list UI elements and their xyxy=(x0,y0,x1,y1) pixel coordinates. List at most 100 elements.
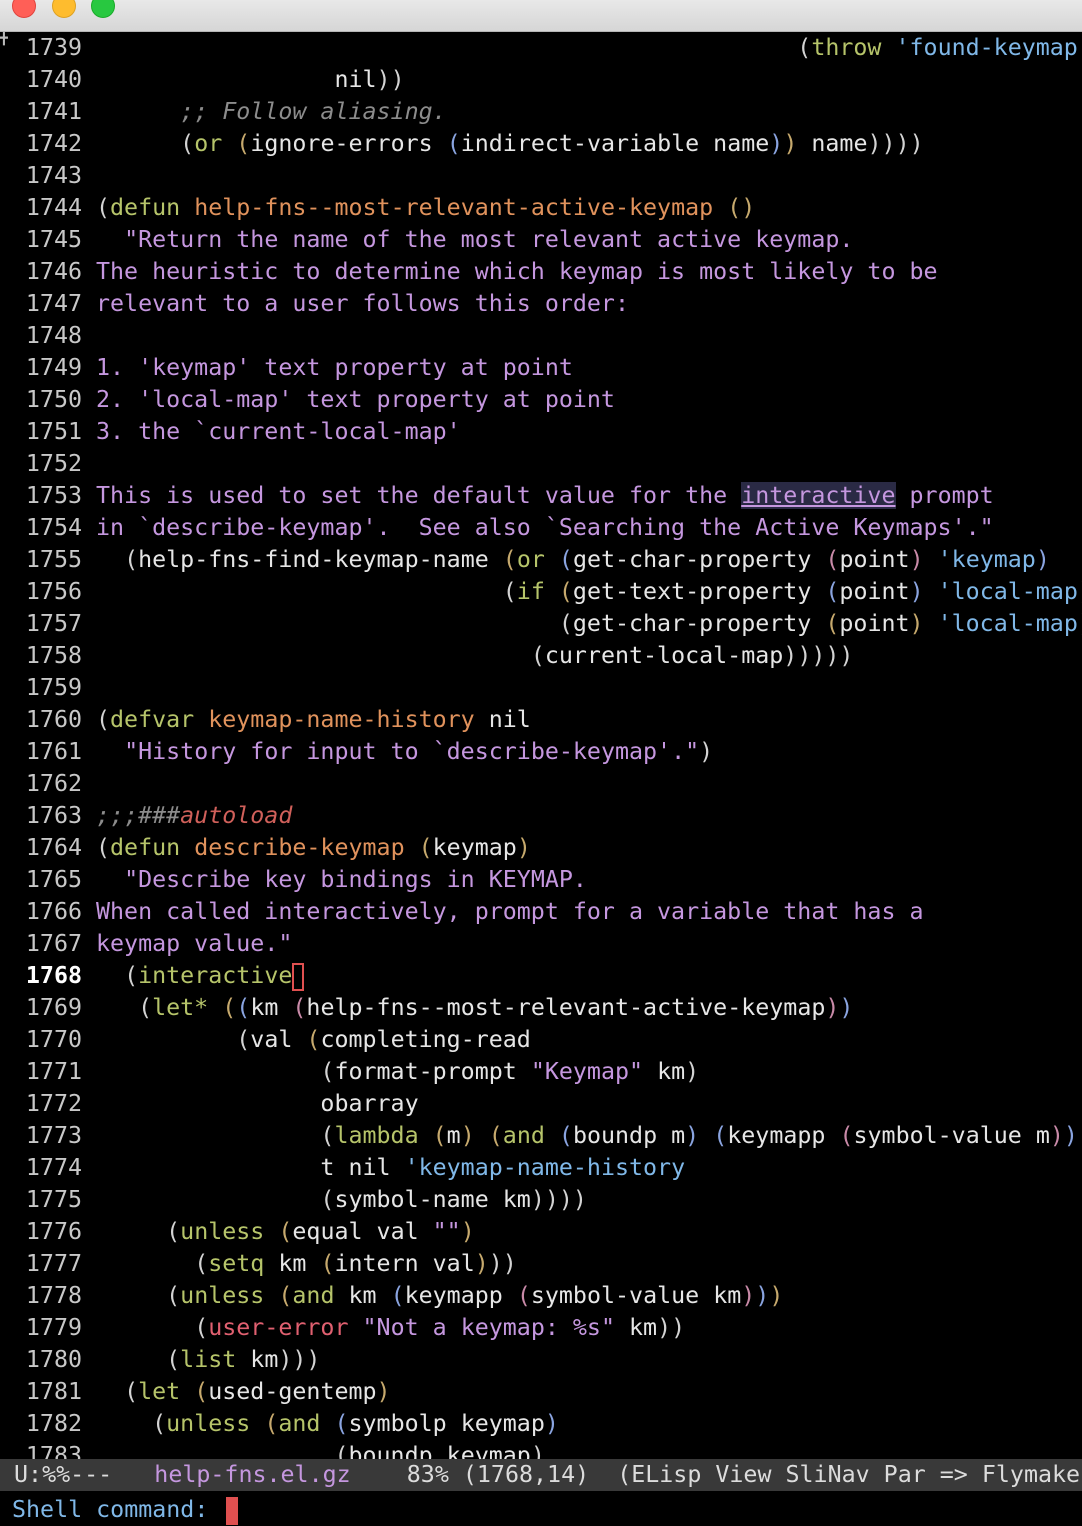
code-line[interactable]: 1773 (lambda (m) (and (boundp m) (keymap… xyxy=(0,1120,1082,1152)
line-number: 1743 xyxy=(25,162,82,189)
code-line[interactable]: 1761 "History for input to `describe-key… xyxy=(0,736,1082,768)
line-number: 1764 xyxy=(25,834,82,861)
line-text: (help-fns-find-keymap-name (or (get-char… xyxy=(124,546,1050,573)
line-number: 1779 xyxy=(25,1314,82,1341)
code-line[interactable]: 1775 (symbol-name km)))) xyxy=(0,1184,1082,1216)
minibuffer[interactable]: Shell command: xyxy=(0,1493,1082,1526)
line-number: 1748 xyxy=(25,322,82,349)
code-line[interactable]: 1756 (if (get-text-property (point) 'loc… xyxy=(0,576,1082,608)
code-line[interactable]: 1753 This is used to set the default valu… xyxy=(0,480,1082,512)
line-text: (user-error "Not a keymap: %s" km)) xyxy=(194,1314,686,1341)
line-text: (unless (equal val "") xyxy=(166,1218,475,1245)
line-number: 1777 xyxy=(25,1250,82,1277)
line-text: (defun help-fns--most-relevant-active-ke… xyxy=(96,194,756,221)
code-line[interactable]: 1783 (boundp keymap) xyxy=(0,1440,1082,1459)
line-number: 1747 xyxy=(25,290,82,317)
code-line[interactable]: 1746 The heuristic to determine which key… xyxy=(0,256,1082,288)
code-line[interactable]: 1762 xyxy=(0,768,1082,800)
line-number: 1749 xyxy=(25,354,82,381)
code-line[interactable]: 1765 "Describe key bindings in KEYMAP. xyxy=(0,864,1082,896)
line-number: 1780 xyxy=(25,1346,82,1373)
code-line[interactable]: 1744 (defun help-fns--most-relevant-activ… xyxy=(0,192,1082,224)
line-number: 1746 xyxy=(25,258,82,285)
line-number: 1766 xyxy=(25,898,82,925)
code-line[interactable]: 1779 (user-error "Not a keymap: %s" km)) xyxy=(0,1312,1082,1344)
code-line[interactable]: 1771 (format-prompt "Keymap" km) xyxy=(0,1056,1082,1088)
line-number: 1759 xyxy=(25,674,82,701)
code-line[interactable]: 1754 in `describe-keymap'. See also `Sear… xyxy=(0,512,1082,544)
line-number: 1758 xyxy=(25,642,82,669)
editor-buffer[interactable]: ╋ 1739 (throw 'found-keymap symb))))))17… xyxy=(0,32,1082,1459)
line-number: 1771 xyxy=(25,1058,82,1085)
line-text: (boundp keymap) xyxy=(334,1442,545,1459)
line-text: (format-prompt "Keymap" km) xyxy=(320,1058,700,1085)
line-text: keymap value." xyxy=(96,930,293,957)
minibuffer-prompt: Shell command: xyxy=(12,1496,209,1523)
code-line[interactable]: 1752 xyxy=(0,448,1082,480)
code-line[interactable]: 1777 (setq km (intern val))) xyxy=(0,1248,1082,1280)
code-line[interactable]: 1751 3. the `current-local-map' xyxy=(0,416,1082,448)
code-line[interactable]: 1776 (unless (equal val "") xyxy=(0,1216,1082,1248)
code-line[interactable]: 1741 ;; Follow aliasing. xyxy=(0,96,1082,128)
code-line[interactable]: 1755 (help-fns-find-keymap-name (or (get… xyxy=(0,544,1082,576)
code-line[interactable]: 1760 (defvar keymap-name-history nil xyxy=(0,704,1082,736)
code-line[interactable]: 1769 (let* ((km (help-fns--most-relevant… xyxy=(0,992,1082,1024)
code-line[interactable]: 1768 (interactive xyxy=(0,960,1082,992)
line-number: 1772 xyxy=(25,1090,82,1117)
code-line[interactable]: 1774 t nil 'keymap-name-history xyxy=(0,1152,1082,1184)
code-line[interactable]: 1749 1. 'keymap' text property at point xyxy=(0,352,1082,384)
code-line[interactable]: 1766 When called interactively, prompt fo… xyxy=(0,896,1082,928)
line-number: 1752 xyxy=(25,450,82,477)
code-line[interactable]: 1780 (list km))) xyxy=(0,1344,1082,1376)
line-number: 1763 xyxy=(25,802,82,829)
line-text: ;;;###autoload xyxy=(96,802,293,829)
code-line[interactable]: 1757 (get-char-property (point) 'local-m… xyxy=(0,608,1082,640)
code-line[interactable]: 1745 "Return the name of the most releva… xyxy=(0,224,1082,256)
code-line[interactable]: 1778 (unless (and km (keymapp (symbol-va… xyxy=(0,1280,1082,1312)
code-line[interactable]: 1767 keymap value." xyxy=(0,928,1082,960)
line-text: ;; Follow aliasing. xyxy=(96,98,447,125)
code-line[interactable]: 1747 relevant to a user follows this orde… xyxy=(0,288,1082,320)
code-line[interactable]: 1764 (defun describe-keymap (keymap) xyxy=(0,832,1082,864)
code-line[interactable]: 1742 (or (ignore-errors (indirect-variab… xyxy=(0,128,1082,160)
code-line[interactable]: 1743 xyxy=(0,160,1082,192)
line-text: "Return the name of the most relevant ac… xyxy=(124,226,854,253)
line-text: (let (used-gentemp) xyxy=(124,1378,391,1405)
code-line[interactable]: 1748 xyxy=(0,320,1082,352)
modeline-buffer-name[interactable]: help-fns.el.gz xyxy=(154,1461,350,1488)
line-text: t nil 'keymap-name-history xyxy=(96,1154,686,1181)
code-line[interactable]: 1781 (let (used-gentemp) xyxy=(0,1376,1082,1408)
line-text: (or (ignore-errors (indirect-variable na… xyxy=(180,130,924,157)
maximize-window-icon[interactable] xyxy=(91,0,115,18)
code-line[interactable]: 1770 (val (completing-read xyxy=(0,1024,1082,1056)
code-line[interactable]: 1740 nil)) xyxy=(0,64,1082,96)
line-number: 1744 xyxy=(25,194,82,221)
line-text: (symbol-name km)))) xyxy=(320,1186,587,1213)
code-line[interactable]: 1739 (throw 'found-keymap symb)))))) xyxy=(0,32,1082,64)
line-text: (lambda (m) (and (boundp m) (keymapp (sy… xyxy=(320,1122,1082,1149)
line-number: 1778 xyxy=(25,1282,82,1309)
line-number: 1756 xyxy=(25,578,82,605)
close-window-icon[interactable] xyxy=(12,0,36,18)
line-number: 1765 xyxy=(25,866,82,893)
code-line[interactable]: 1759 xyxy=(0,672,1082,704)
line-text: 2. 'local-map' text property at point xyxy=(96,386,615,413)
line-text: obarray xyxy=(96,1090,419,1117)
code-line[interactable]: 1758 (current-local-map))))) xyxy=(0,640,1082,672)
minimize-window-icon[interactable] xyxy=(52,0,76,18)
code-line[interactable]: 1782 (unless (and (symbolp keymap) xyxy=(0,1408,1082,1440)
line-number: 1760 xyxy=(25,706,82,733)
code-line[interactable]: 1750 2. 'local-map' text property at poin… xyxy=(0,384,1082,416)
line-text: (if (get-text-property (point) 'local-ma… xyxy=(502,578,1082,605)
minibuffer-cursor xyxy=(226,1496,239,1525)
modeline-status: U:%%--- xyxy=(14,1461,113,1488)
line-number: 1754 xyxy=(25,514,82,541)
modeline-modes[interactable]: (ELisp View SliNav Par => Flymake[ xyxy=(617,1461,1082,1488)
code-line[interactable]: 1763 ;;;###autoload xyxy=(0,800,1082,832)
line-number: 1774 xyxy=(25,1154,82,1181)
line-number: 1768 xyxy=(25,962,82,989)
line-text: When called interactively, prompt for a … xyxy=(96,898,924,925)
line-number: 1762 xyxy=(25,770,82,797)
code-line[interactable]: 1772 obarray xyxy=(0,1088,1082,1120)
interactive-link[interactable]: interactive xyxy=(741,482,896,509)
